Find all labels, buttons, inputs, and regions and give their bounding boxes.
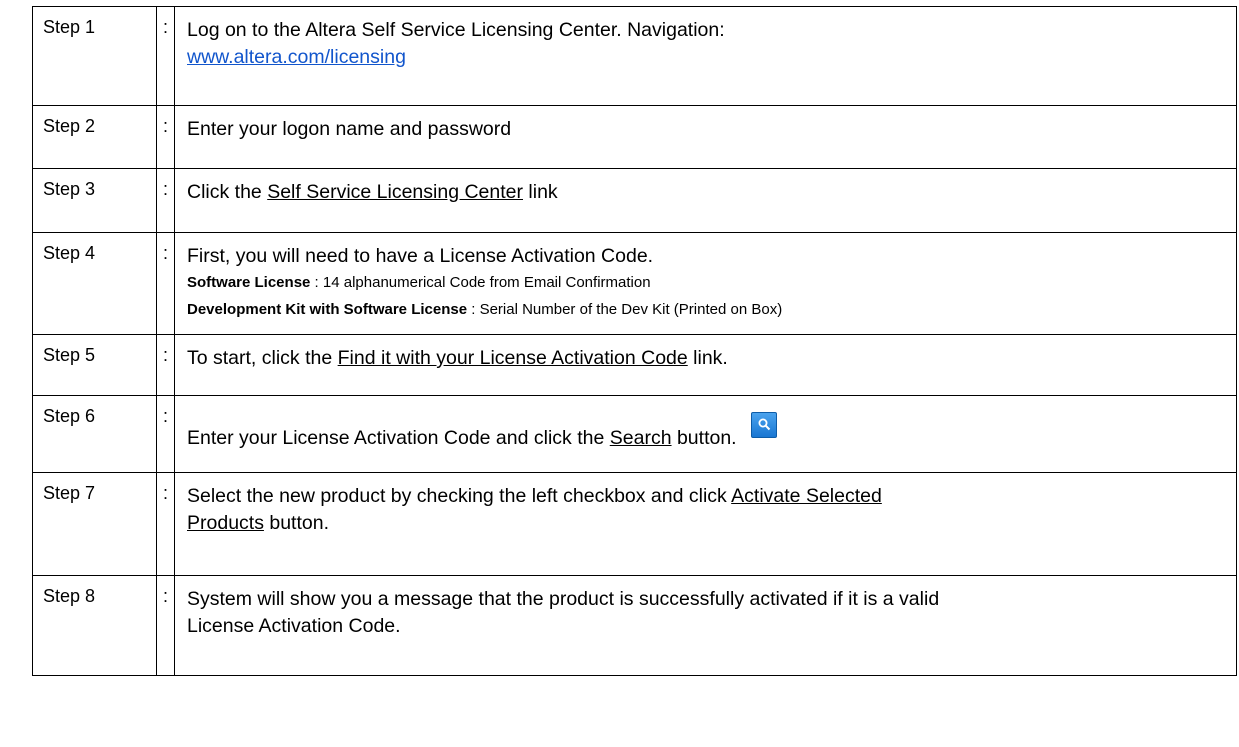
software-license-note: Software License : 14 alphanumerical Cod…	[187, 270, 1224, 296]
activate-link-text-cont: Products	[187, 512, 264, 535]
find-it-link-text: Find it with your License Activation Cod…	[337, 347, 688, 369]
colon: :	[156, 472, 175, 576]
table-row: Step 4 : First, you will need to have a …	[32, 232, 1237, 335]
table-row: Step 7 : Select the new product by check…	[32, 472, 1237, 576]
step-label: Step 7	[32, 472, 157, 576]
step-description: To start, click the Find it with your Li…	[174, 334, 1237, 396]
step-text: Enter your logon name and password	[187, 118, 512, 140]
colon: :	[156, 105, 175, 169]
step-description: First, you will need to have a License A…	[174, 232, 1237, 335]
colon: :	[156, 334, 175, 396]
activate-link-text: Activate Selected	[731, 485, 882, 507]
step-description: Enter your License Activation Code and c…	[174, 395, 1237, 473]
table-row: Step 6 : Enter your License Activation C…	[32, 395, 1237, 473]
step-label: Step 6	[32, 395, 157, 473]
step-description: Log on to the Altera Self Service Licens…	[174, 6, 1237, 106]
licensing-link[interactable]: www.altera.com/licensing	[187, 46, 406, 68]
table-row: Step 2 : Enter your logon name and passw…	[32, 105, 1237, 169]
search-icon	[750, 412, 777, 438]
step-label: Step 8	[32, 575, 157, 676]
table-row: Step 8 : System will show you a message …	[32, 575, 1237, 676]
step-text-cont: License Activation Code.	[187, 615, 401, 638]
step-text: System will show you a message that the …	[187, 588, 940, 610]
step-description: Select the new product by checking the l…	[174, 472, 1237, 576]
self-service-link-text: Self Service Licensing Center	[267, 181, 523, 203]
note-term: Software License	[187, 274, 311, 292]
step-label: Step 5	[32, 334, 157, 396]
note-detail: : Serial Number of the Dev Kit (Printed …	[467, 300, 783, 318]
step-label: Step 1	[32, 6, 157, 106]
step-label: Step 3	[32, 168, 157, 233]
step-description: Enter your logon name and password	[174, 105, 1237, 169]
devkit-license-note: Development Kit with Software License : …	[187, 297, 1224, 323]
step-text-post: button.	[671, 427, 737, 449]
search-link-text: Search	[609, 427, 672, 449]
step-text-pre: Enter your License Activation Code and c…	[187, 427, 610, 449]
step-text: Log on to the Altera Self Service Licens…	[187, 19, 725, 41]
table-row: Step 1 : Log on to the Altera Self Servi…	[32, 6, 1237, 106]
step-text: First, you will need to have a License A…	[187, 245, 654, 267]
step-label: Step 2	[32, 105, 157, 169]
step-description: System will show you a message that the …	[174, 575, 1237, 676]
table-row: Step 5 : To start, click the Find it wit…	[32, 334, 1237, 396]
colon: :	[156, 168, 175, 233]
colon: :	[156, 395, 175, 473]
table-row: Step 3 : Click the Self Service Licensin…	[32, 168, 1237, 233]
step-text-pre: Click the	[187, 181, 268, 203]
step-text-post: link.	[687, 347, 728, 369]
step-text-post: button.	[263, 512, 330, 535]
note-term: Development Kit with Software License	[187, 300, 468, 318]
step-text-pre: Select the new product by checking the l…	[187, 485, 732, 507]
colon: :	[156, 575, 175, 676]
steps-table: Step 1 : Log on to the Altera Self Servi…	[32, 6, 1237, 676]
colon: :	[156, 232, 175, 335]
note-detail: : 14 alphanumerical Code from Email Conf…	[310, 274, 651, 292]
step-text-pre: To start, click the	[187, 347, 338, 369]
step-label: Step 4	[32, 232, 157, 335]
step-description: Click the Self Service Licensing Center …	[174, 168, 1237, 233]
step-text-post: link	[523, 181, 558, 203]
colon: :	[156, 6, 175, 106]
